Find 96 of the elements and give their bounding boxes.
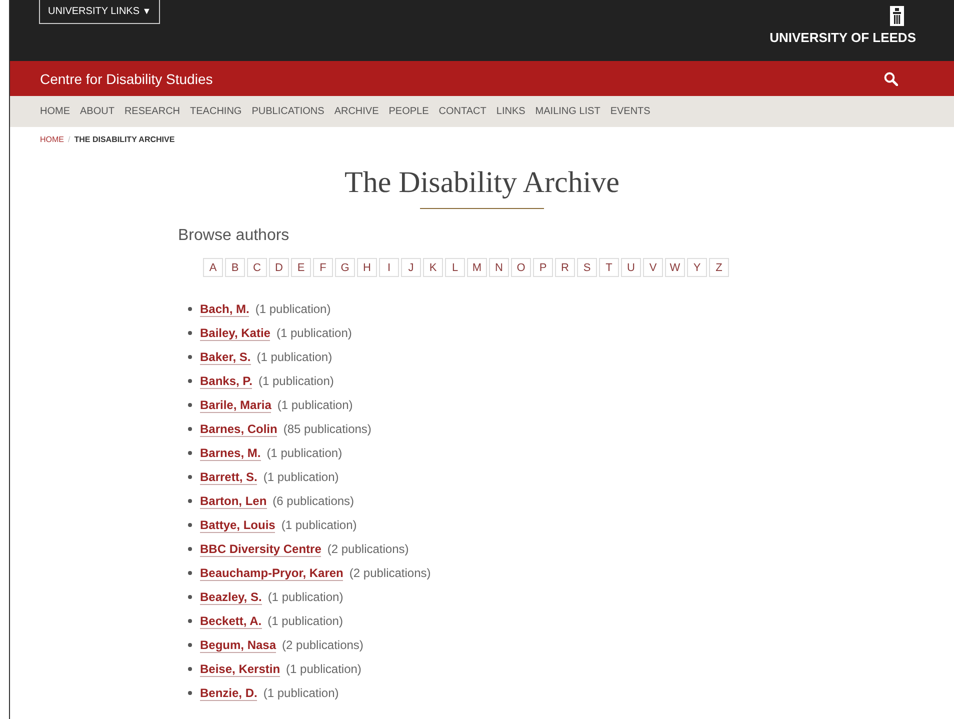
- bullet-icon: [188, 307, 192, 311]
- letter-link[interactable]: E: [291, 258, 311, 277]
- publication-count: (6 publications): [272, 494, 354, 508]
- bullet-icon: [188, 379, 192, 383]
- breadcrumb-separator: /: [68, 135, 70, 144]
- breadcrumb-current: THE DISABILITY ARCHIVE: [74, 135, 175, 144]
- letter-link[interactable]: P: [533, 258, 553, 277]
- letter-link[interactable]: C: [247, 258, 267, 277]
- site-title[interactable]: Centre for Disability Studies: [40, 70, 213, 86]
- university-links-button[interactable]: UNIVERSITY LINKS ▼: [39, 0, 160, 24]
- publication-count: (1 publication): [256, 350, 332, 364]
- letter-link[interactable]: A: [203, 258, 223, 277]
- publication-count: (85 publications): [283, 422, 372, 436]
- author-link[interactable]: Battye, Louis: [200, 518, 276, 532]
- author-link[interactable]: Bach, M.: [200, 302, 250, 316]
- bullet-icon: [188, 331, 192, 335]
- publication-count: (1 publication): [276, 326, 352, 340]
- author-link[interactable]: Barile, Maria: [200, 398, 272, 412]
- bullet-icon: [188, 403, 192, 407]
- letter-link[interactable]: H: [357, 258, 377, 277]
- author-link[interactable]: Barnes, Colin: [200, 422, 278, 436]
- nav-link[interactable]: LINKS: [496, 106, 526, 117]
- letter-link[interactable]: J: [401, 258, 421, 277]
- nav-link[interactable]: CONTACT: [438, 106, 486, 117]
- letter-link[interactable]: Y: [687, 258, 707, 277]
- author-link[interactable]: Barnes, M.: [200, 446, 261, 460]
- author-link[interactable]: Beauchamp-Pryor, Karen: [200, 566, 344, 580]
- letter-link[interactable]: D: [269, 258, 289, 277]
- publication-count: (1 publication): [281, 518, 357, 532]
- letter-link[interactable]: V: [643, 258, 663, 277]
- bullet-icon: [188, 595, 192, 599]
- author-link[interactable]: Baker, S.: [200, 350, 251, 364]
- author-link[interactable]: Beckett, A.: [200, 614, 262, 628]
- nav-link[interactable]: PEOPLE: [388, 106, 429, 117]
- bullet-icon: [188, 427, 192, 431]
- letter-link[interactable]: K: [423, 258, 443, 277]
- letter-link[interactable]: B: [225, 258, 245, 277]
- browse-heading: Browse authors: [178, 227, 290, 245]
- author-link[interactable]: Banks, P.: [200, 374, 252, 388]
- author-link[interactable]: BBC Diversity Centre: [200, 542, 322, 556]
- publication-count: (1 publication): [255, 302, 331, 316]
- bullet-icon: [188, 355, 192, 359]
- publication-count: (2 publications): [282, 638, 364, 652]
- page-title: The Disability Archive: [344, 166, 620, 200]
- nav-link[interactable]: HOME: [40, 106, 70, 117]
- nav-link[interactable]: MAILING LIST: [535, 106, 600, 117]
- letter-link[interactable]: Z: [709, 258, 729, 277]
- letter-link[interactable]: T: [599, 258, 619, 277]
- bullet-icon: [188, 499, 192, 503]
- author-link[interactable]: Beise, Kerstin: [200, 662, 280, 676]
- nav-link[interactable]: TEACHING: [190, 106, 242, 117]
- publication-count: (1 publication): [258, 374, 334, 388]
- tower-logo-icon: [890, 6, 904, 26]
- letter-link[interactable]: I: [379, 258, 399, 277]
- letter-link[interactable]: M: [467, 258, 487, 277]
- bullet-icon: [188, 571, 192, 575]
- author-link[interactable]: Begum, Nasa: [200, 638, 276, 652]
- university-logo-text[interactable]: UNIVERSITY OF LEEDS: [770, 30, 916, 45]
- bullet-icon: [188, 523, 192, 527]
- bullet-icon: [188, 451, 192, 455]
- breadcrumb-link[interactable]: HOME: [40, 135, 64, 144]
- publication-count: (1 publication): [286, 662, 362, 676]
- letter-link[interactable]: O: [511, 258, 531, 277]
- publication-count: (1 publication): [268, 614, 343, 628]
- bullet-icon: [188, 643, 192, 647]
- author-link[interactable]: Benzie, D.: [200, 686, 258, 700]
- letter-link[interactable]: L: [445, 258, 465, 277]
- bullet-icon: [188, 547, 192, 551]
- publication-count: (2 publications): [327, 542, 409, 556]
- nav-link[interactable]: ARCHIVE: [334, 106, 379, 117]
- search-icon[interactable]: [884, 72, 898, 86]
- publication-count: (1 publication): [266, 446, 342, 460]
- bullet-icon: [188, 691, 192, 695]
- letter-link[interactable]: U: [621, 258, 641, 277]
- bullet-icon: [188, 667, 192, 671]
- letter-link[interactable]: S: [577, 258, 597, 277]
- nav-link[interactable]: RESEARCH: [124, 106, 180, 117]
- publication-count: (1 publication): [263, 470, 339, 484]
- nav-link[interactable]: PUBLICATIONS: [252, 106, 324, 117]
- author-link[interactable]: Barrett, S.: [200, 470, 258, 484]
- letter-link[interactable]: N: [489, 258, 509, 277]
- publication-count: (1 publication): [277, 398, 353, 412]
- publication-count: (1 publication): [263, 686, 339, 700]
- author-link[interactable]: Bailey, Katie: [200, 326, 270, 340]
- author-link[interactable]: Beazley, S.: [200, 590, 262, 604]
- publication-count: (2 publications): [349, 566, 431, 580]
- letter-link[interactable]: W: [665, 258, 685, 277]
- bullet-icon: [188, 619, 192, 623]
- publication-count: (1 publication): [268, 590, 344, 604]
- letter-link[interactable]: G: [335, 258, 355, 277]
- nav-link[interactable]: EVENTS: [610, 106, 650, 117]
- letter-link[interactable]: F: [313, 258, 333, 277]
- bullet-icon: [188, 475, 192, 479]
- nav-link[interactable]: ABOUT: [80, 106, 114, 117]
- letter-link[interactable]: R: [555, 258, 575, 277]
- author-link[interactable]: Barton, Len: [200, 494, 267, 508]
